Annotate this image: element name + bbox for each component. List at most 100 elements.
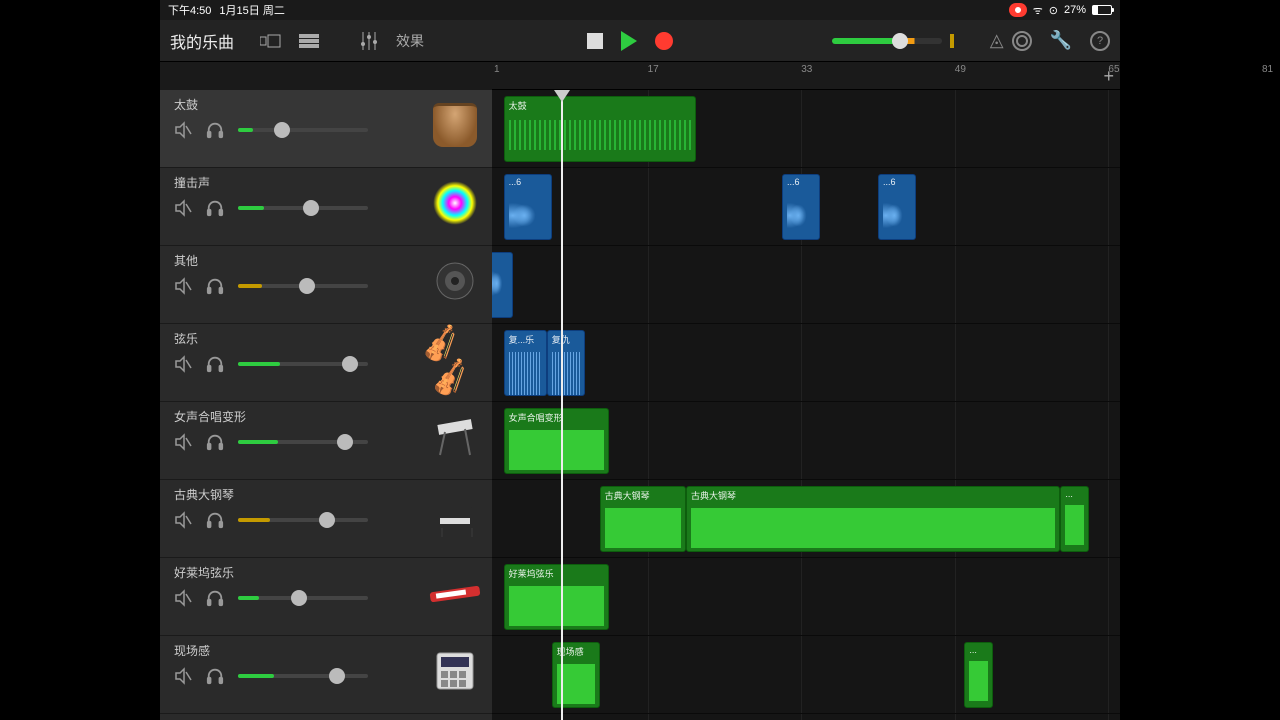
headphones-icon[interactable] [206, 277, 224, 295]
mute-icon[interactable] [174, 433, 192, 451]
region-label: 女声合唱变形 [509, 411, 605, 424]
track-volume-slider[interactable] [238, 440, 368, 444]
region-label: ...6 [883, 177, 911, 187]
toolbar: 我的乐曲 效果 ◬ 🔧 ? [160, 20, 1120, 62]
region-label: 古典大钢琴 [691, 489, 1055, 502]
track-volume-slider[interactable] [238, 206, 368, 210]
status-time: 下午4:50 [168, 2, 211, 18]
track-name-label: 弦乐 [174, 330, 422, 347]
mute-icon[interactable] [174, 667, 192, 685]
track-header[interactable]: 弦乐 🎻🎻 [160, 324, 492, 402]
track-lane[interactable]: 现场感... [492, 636, 1120, 714]
region[interactable] [492, 252, 513, 318]
track-header[interactable]: 现场感 [160, 636, 492, 714]
region[interactable]: 现场感 [552, 642, 600, 708]
headphones-icon[interactable] [206, 199, 224, 217]
play-button[interactable] [621, 31, 637, 51]
timeline-area[interactable]: 太鼓 ...6 ...6 ...6 复...乐复仇女声合唱变形古典大钢琴古典大钢琴...… [492, 90, 1120, 720]
battery-icon [1092, 5, 1112, 15]
mute-icon[interactable] [174, 511, 192, 529]
stop-button[interactable] [587, 33, 603, 49]
track-header[interactable]: 女声合唱变形 [160, 402, 492, 480]
instrument-icon[interactable] [426, 174, 484, 232]
instrument-icon[interactable] [426, 252, 484, 310]
track-volume-slider[interactable] [238, 284, 368, 288]
mute-icon[interactable] [174, 199, 192, 217]
fx-button[interactable]: 效果 [392, 28, 428, 54]
track-lane[interactable]: 好莱坞弦乐 [492, 558, 1120, 636]
track-header[interactable]: 太鼓 [160, 90, 492, 168]
track-lane[interactable] [492, 246, 1120, 324]
region[interactable]: 复仇 [547, 330, 585, 396]
instrument-icon[interactable]: 🎻🎻 [426, 330, 484, 388]
timeline-ruler[interactable]: 1173349658197 + [492, 62, 1120, 90]
region[interactable]: 女声合唱变形 [504, 408, 610, 474]
region[interactable]: 复...乐 [504, 330, 547, 396]
region[interactable]: ...6 [878, 174, 916, 240]
track-name-label: 古典大钢琴 [174, 486, 422, 503]
track-header[interactable]: 好莱坞弦乐 [160, 558, 492, 636]
instrument-icon[interactable] [426, 564, 484, 622]
headphones-icon[interactable] [206, 433, 224, 451]
region[interactable]: 好莱坞弦乐 [504, 564, 610, 630]
headphones-icon[interactable] [206, 667, 224, 685]
help-icon[interactable]: ? [1090, 31, 1110, 51]
playhead[interactable] [561, 90, 563, 720]
clip-indicator-icon [950, 34, 954, 48]
region-label: ...6 [787, 177, 815, 187]
region[interactable]: ...6 [782, 174, 820, 240]
mute-icon[interactable] [174, 277, 192, 295]
master-volume-slider[interactable] [832, 38, 942, 44]
ruler-mark: 81 [1262, 64, 1273, 75]
region[interactable]: ...6 [504, 174, 552, 240]
track-lane[interactable]: ...6 ...6 ...6 [492, 168, 1120, 246]
track-name-label: 好莱坞弦乐 [174, 564, 422, 581]
track-name-label: 撞击声 [174, 174, 422, 191]
recording-indicator-icon [1009, 3, 1027, 17]
track-volume-slider[interactable] [238, 596, 368, 600]
region[interactable]: 古典大钢琴 [600, 486, 686, 552]
region-label: 复...乐 [509, 333, 542, 346]
track-header[interactable]: 古典大钢琴 [160, 480, 492, 558]
track-volume-slider[interactable] [238, 128, 368, 132]
battery-percent: 27% [1064, 4, 1086, 16]
track-volume-slider[interactable] [238, 362, 368, 366]
track-header[interactable]: 其他 [160, 246, 492, 324]
track-volume-slider[interactable] [238, 674, 368, 678]
region[interactable]: ... [1060, 486, 1089, 552]
mute-icon[interactable] [174, 121, 192, 139]
region[interactable]: ... [964, 642, 993, 708]
track-volume-slider[interactable] [238, 518, 368, 522]
track-lane[interactable]: 复...乐复仇 [492, 324, 1120, 402]
track-name-label: 现场感 [174, 642, 422, 659]
region-loop-handle[interactable] [695, 97, 696, 161]
headphones-icon[interactable] [206, 355, 224, 373]
metronome-icon[interactable]: ◬ [990, 30, 1004, 51]
headphones-icon[interactable] [206, 589, 224, 607]
song-title[interactable]: 我的乐曲 [170, 29, 234, 53]
region[interactable]: 太鼓 [504, 96, 696, 162]
add-section-icon[interactable]: + [1103, 66, 1114, 87]
track-view-button[interactable] [294, 28, 324, 54]
ruler-mark: 1 [494, 64, 500, 75]
headphones-icon[interactable] [206, 121, 224, 139]
instrument-icon[interactable] [426, 486, 484, 544]
region[interactable]: 古典大钢琴 [686, 486, 1060, 552]
record-button[interactable] [655, 32, 673, 50]
track-header[interactable]: 撞击声 [160, 168, 492, 246]
track-lane[interactable]: 太鼓 [492, 90, 1120, 168]
mute-icon[interactable] [174, 589, 192, 607]
track-lane[interactable]: 女声合唱变形 [492, 402, 1120, 480]
region-label: 复仇 [552, 333, 580, 346]
loop-browser-icon[interactable] [1012, 31, 1032, 51]
instrument-icon[interactable] [426, 642, 484, 700]
track-lane[interactable]: 古典大钢琴古典大钢琴... [492, 480, 1120, 558]
mixer-icon[interactable] [354, 28, 384, 54]
headphones-icon[interactable] [206, 511, 224, 529]
settings-icon[interactable]: 🔧 [1050, 30, 1072, 51]
wifi-icon: ᯤ [1033, 3, 1043, 18]
view-toggle-button[interactable] [256, 28, 286, 54]
instrument-icon[interactable] [426, 408, 484, 466]
instrument-icon[interactable] [426, 96, 484, 154]
mute-icon[interactable] [174, 355, 192, 373]
